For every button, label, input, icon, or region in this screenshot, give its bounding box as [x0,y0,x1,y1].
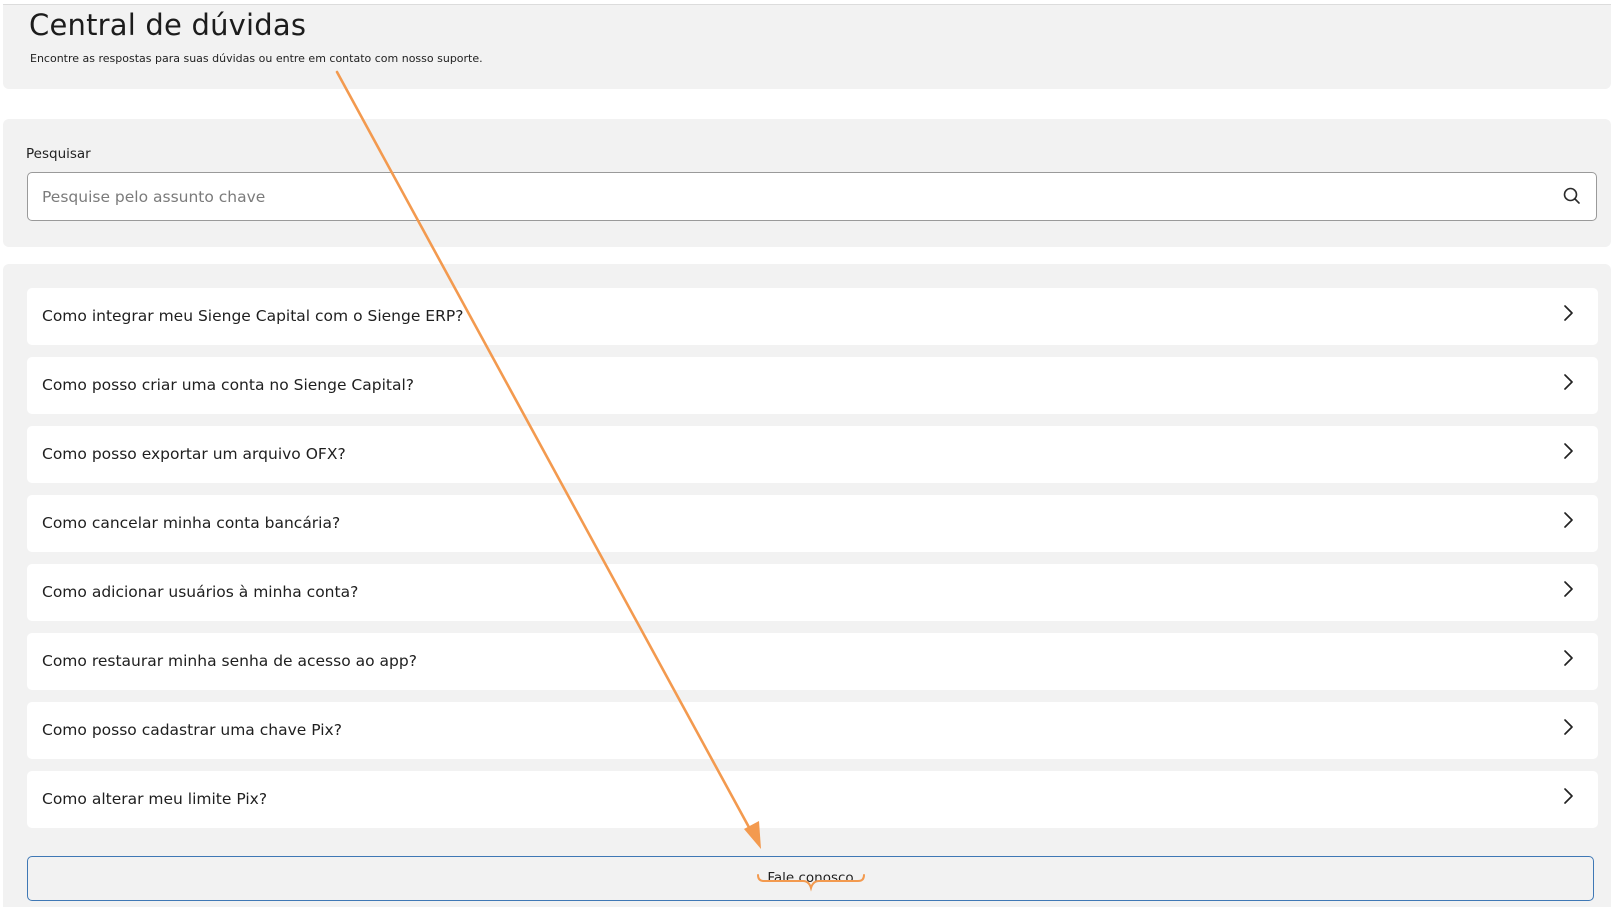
chevron-right-icon [1562,578,1576,600]
chevron-right-icon [1562,302,1576,324]
faq-item[interactable]: Como integrar meu Sienge Capital com o S… [27,288,1598,345]
faq-list: Como integrar meu Sienge Capital com o S… [27,288,1598,840]
faq-item[interactable]: Como restaurar minha senha de acesso ao … [27,633,1598,690]
faq-item[interactable]: Como posso criar uma conta no Sienge Cap… [27,357,1598,414]
faq-card: Como integrar meu Sienge Capital com o S… [3,264,1611,907]
faq-question: Como adicionar usuários à minha conta? [42,583,359,601]
faq-question: Como alterar meu limite Pix? [42,790,268,808]
search-card: Pesquisar [3,119,1611,247]
faq-item[interactable]: Como posso exportar um arquivo OFX? [27,426,1598,483]
faq-item[interactable]: Como posso cadastrar uma chave Pix? [27,702,1598,759]
faq-item[interactable]: Como alterar meu limite Pix? [27,771,1598,828]
chevron-right-icon [1562,785,1576,807]
faq-question: Como posso exportar um arquivo OFX? [42,445,346,463]
page-subtitle: Encontre as respostas para suas dúvidas … [30,52,483,65]
search-input[interactable] [42,173,1542,220]
header-card: Central de dúvidas Encontre as respostas… [3,5,1611,89]
chevron-right-icon [1562,371,1576,393]
faq-question: Como posso cadastrar uma chave Pix? [42,721,342,739]
page-title: Central de dúvidas [29,8,307,42]
chevron-right-icon [1562,440,1576,462]
contact-us-button[interactable]: Fale conosco [27,856,1594,901]
search-box[interactable] [27,172,1597,221]
faq-item[interactable]: Como adicionar usuários à minha conta? [27,564,1598,621]
search-label: Pesquisar [26,146,91,162]
search-icon[interactable] [1562,186,1582,206]
faq-question: Como cancelar minha conta bancária? [42,514,341,532]
chevron-right-icon [1562,647,1576,669]
chevron-right-icon [1562,716,1576,738]
faq-question: Como integrar meu Sienge Capital com o S… [42,307,464,325]
chevron-right-icon [1562,509,1576,531]
contact-us-label: Fale conosco [767,870,854,886]
help-center-page: Central de dúvidas Encontre as respostas… [0,0,1611,907]
faq-item[interactable]: Como cancelar minha conta bancária? [27,495,1598,552]
faq-question: Como posso criar uma conta no Sienge Cap… [42,376,414,394]
faq-question: Como restaurar minha senha de acesso ao … [42,652,417,670]
